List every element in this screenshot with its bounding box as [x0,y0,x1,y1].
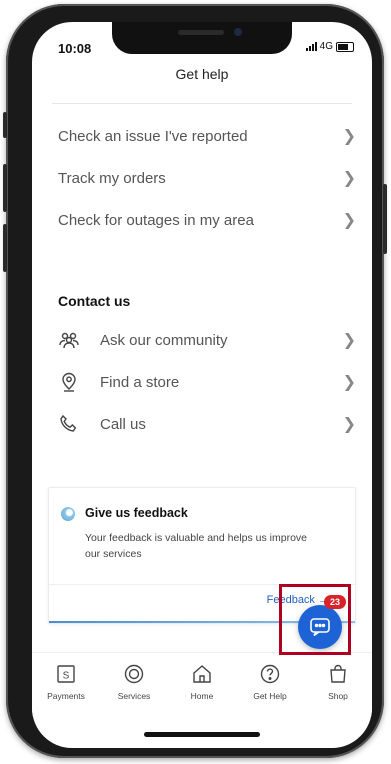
tab-services[interactable]: Services [100,653,168,717]
community-icon [58,329,80,351]
chat-highlight-box [279,584,351,655]
home-icon [193,665,211,683]
location-pin-icon [58,371,80,393]
page-title: Get help [175,66,229,82]
services-icon [124,664,144,684]
phone-icon [58,413,80,435]
feedback-icon [61,507,75,521]
link-label: Check for outages in my area [58,211,254,229]
tab-label: Home [190,691,214,701]
contact-label: Find a store [100,373,180,391]
chevron-right-icon: ❯ [342,416,356,433]
signal-icon [305,42,317,51]
link-label: Check an issue I've reported [58,127,248,145]
mute-switch [3,112,7,138]
contact-find-store[interactable]: Find a store ❯ [58,369,356,395]
feedback-title: Give us feedback [85,506,188,520]
svg-text:S: S [63,671,70,682]
link-label: Track my orders [58,169,166,187]
status-indicators: 4G [305,41,354,52]
chevron-right-icon: ❯ [342,332,356,349]
header-divider [52,103,352,104]
chevron-right-icon: ❯ [342,128,356,145]
network-label: 4G [319,41,333,52]
tab-get-help[interactable]: Get Help [236,653,304,717]
volume-up-button [3,164,7,212]
status-time: 10:08 [58,41,92,56]
volume-down-button [3,224,7,272]
tab-payments[interactable]: S Payments [32,653,100,717]
chevron-right-icon: ❯ [342,212,356,229]
chevron-right-icon: ❯ [342,170,356,187]
bottom-tab-bar: S Payments Services Home Get Help Shop [32,652,372,717]
link-check-issue[interactable]: Check an issue I've reported ❯ [58,123,356,149]
power-button [383,184,387,254]
shop-bag-icon [330,664,346,683]
home-indicator [144,732,260,737]
help-icon [260,664,280,684]
payments-icon: S [57,665,75,683]
feedback-description: Your feedback is valuable and helps us i… [85,532,308,560]
contact-call-us[interactable]: Call us ❯ [58,411,356,437]
tab-label: Payments [47,691,85,701]
contact-label: Call us [100,415,146,433]
contact-community[interactable]: Ask our community ❯ [58,327,356,353]
tab-home[interactable]: Home [168,653,236,717]
contact-section-title: Contact us [58,293,131,309]
chevron-right-icon: ❯ [342,374,356,391]
camera [234,28,242,36]
link-track-orders[interactable]: Track my orders ❯ [58,165,356,191]
notch [112,22,292,54]
tab-label: Shop [328,691,348,701]
tab-label: Services [117,691,151,701]
tab-shop[interactable]: Shop [304,653,372,717]
tab-label: Get Help [253,691,287,701]
link-check-outages[interactable]: Check for outages in my area ❯ [58,207,356,233]
contact-label: Ask our community [100,331,228,349]
battery-icon [336,41,354,52]
speaker [178,30,224,35]
